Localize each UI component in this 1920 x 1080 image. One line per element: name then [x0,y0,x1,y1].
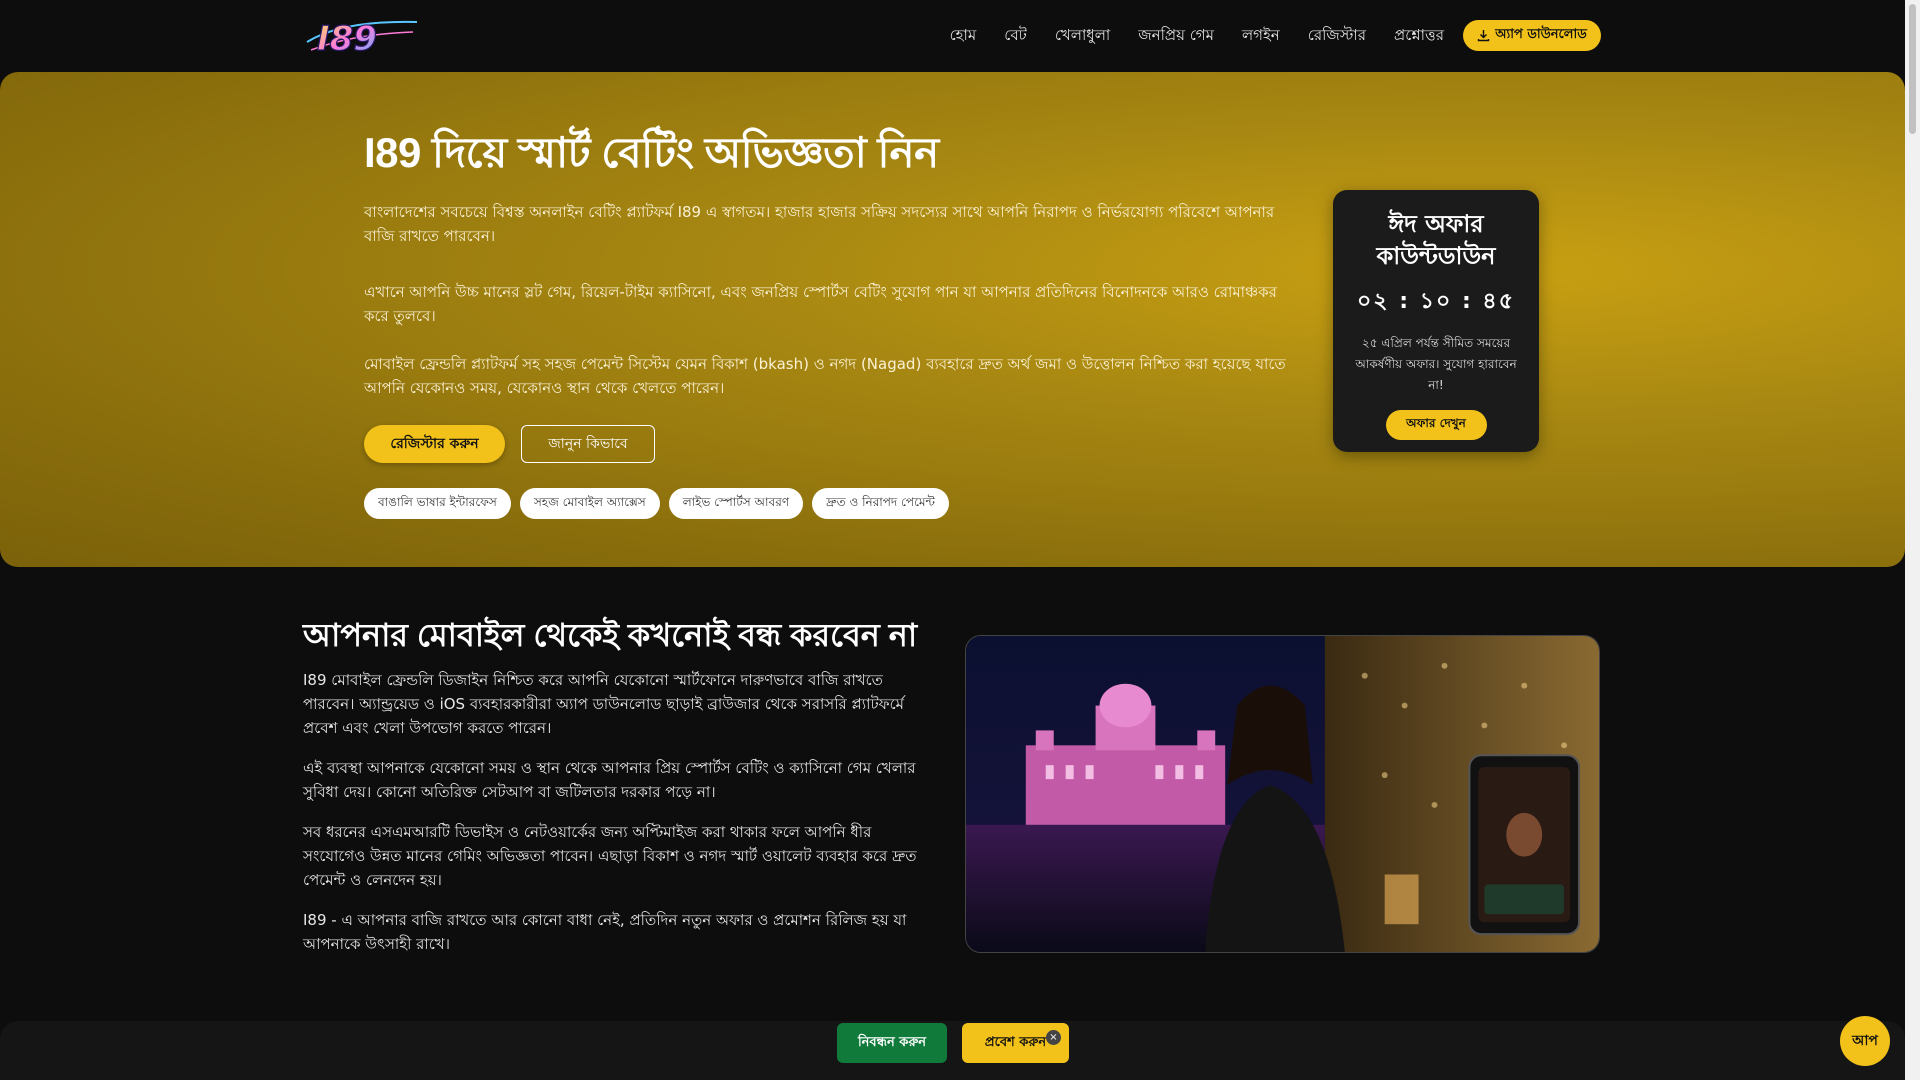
site-logo[interactable]: I89 [303,12,421,60]
nav-bet[interactable]: বেট [990,24,1041,49]
hero-paragraph-2: এখানে আপনি উচ্চ মানের স্লট গেম, রিয়েল-ট… [364,283,1277,325]
main-nav: হোম বেট খেলাধুলা জনপ্রিয় গেম লগইন রেজিস… [936,0,1458,72]
mobile-paragraph-3: সব ধরনের এসএমআরটি ডিভাইস ও নেটওয়ার্কের … [303,823,917,889]
countdown-card: ঈদ অফার কাউন্টডাউন ০২ : ১০ : ৪৫ ২৫ এপ্রি… [1333,190,1539,452]
scrollbar-thumb[interactable] [1909,4,1916,134]
mobile-paragraph-4: I89 - এ আপনার বাজি রাখতে আর কোনো বাধা নে… [303,911,907,953]
feature-tag: দ্রুত ও নিরাপদ পেমেন্ট [812,488,949,519]
close-icon[interactable]: × [1046,1030,1061,1045]
nav-popular-games[interactable]: জনপ্রিয় গেম [1124,24,1228,49]
svg-text:I89: I89 [317,19,377,59]
download-icon [1477,30,1490,42]
mobile-section-title: আপনার মোবাইল থেকেই কখনোই বন্ধ করবেন না [303,617,918,653]
hero-section: I89 দিয়ে স্মার্ট বেটিং অভিজ্ঞতা নিন বাং… [0,72,1905,567]
app-download-button[interactable]: অ্যাপ ডাউনলোড [1463,20,1601,51]
nav-home[interactable]: হোম [936,24,991,49]
hero-learn-button[interactable]: জানুন কিভাবে [521,425,655,463]
promo-illustration [966,636,1599,952]
page-scrollbar[interactable] [1905,0,1920,1080]
mobile-paragraph-2: এই ব্যবস্থা আপনাকে যেকোনো সময় ও স্থান থ… [303,759,916,801]
mobile-paragraph-1: I89 মোবাইল ফ্রেন্ডলি ডিজাইন নিশ্চিত করে … [303,671,904,737]
app-download-label: অ্যাপ ডাউনলোড [1495,27,1587,42]
hero-title: I89 দিয়ে স্মার্ট বেটিং অভিজ্ঞতা নিন [364,129,939,176]
feature-tag: লাইভ স্পোর্টস আবরণ [668,488,804,519]
sticky-register-button[interactable]: নিবন্ধন করুন [837,1023,947,1063]
logo-graphic: I89 [306,18,418,60]
nav-sports[interactable]: খেলাধুলা [1041,24,1124,49]
view-offer-button[interactable]: অফার দেখুন [1385,410,1487,440]
nav-login[interactable]: লগইন [1228,24,1294,49]
nav-faq[interactable]: প্রশ্নোত্তর [1380,24,1458,49]
mobile-promo-image [965,635,1600,953]
hero-paragraph-1: বাংলাদেশের সবচেয়ে বিশ্বস্ত অনলাইন বেটিং… [364,203,1275,245]
feature-tag: সহজ মোবাইল অ্যাক্সেস [519,488,660,519]
nav-register[interactable]: রেজিস্টার [1294,24,1380,49]
next-section [0,1021,1905,1080]
feature-tags: বাঙালি ভাষার ইন্টারফেস সহজ মোবাইল অ্যাক্… [364,488,949,519]
chat-bubble[interactable]: আপ [1840,1016,1890,1066]
site-header: I89 হোম বেট খেলাধুলা জনপ্রিয় গেম লগইন র… [0,0,1905,72]
countdown-title: ঈদ অফার কাউন্টডাউন [1376,210,1496,270]
feature-tag: বাঙালি ভাষার ইন্টারফেস [364,488,511,519]
hero-paragraph-3: মোবাইল ফ্রেন্ডলি প্ল্যাটফর্ম সহ সহজ পেমে… [364,355,1286,397]
hero-register-button[interactable]: রেজিস্টার করুন [364,425,505,463]
countdown-text: ২৫ এপ্রিল পর্যন্ত সীমিত সময়ের আকর্ষণীয়… [1355,336,1517,392]
countdown-timer: ০২ : ১০ : ৪৫ [1357,289,1515,314]
